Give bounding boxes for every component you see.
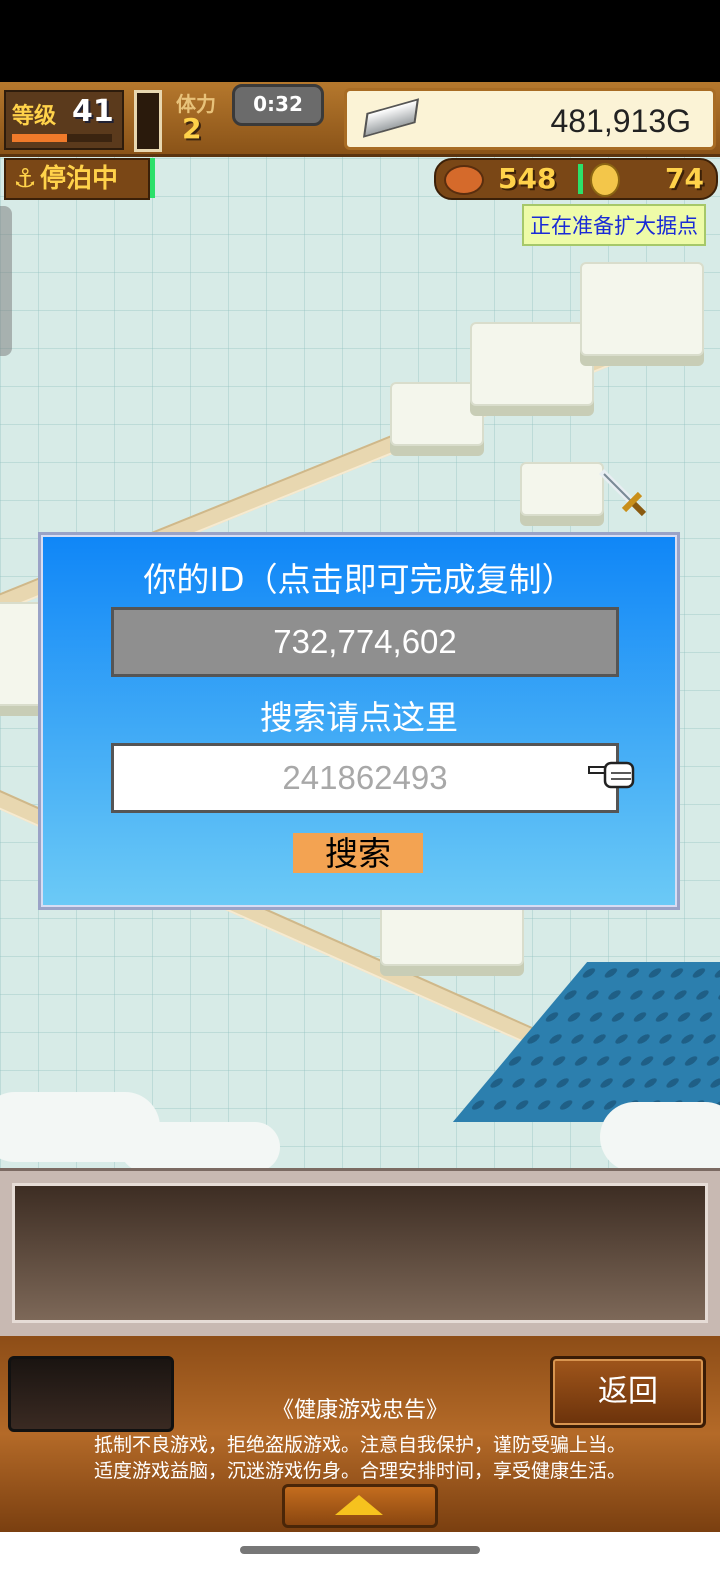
level-box[interactable]: 等级 41 xyxy=(4,90,124,150)
resource-divider xyxy=(578,164,583,194)
cloud xyxy=(600,1102,720,1172)
level-progress-fill xyxy=(12,134,67,142)
stamina-timer: 0:32 xyxy=(232,84,324,126)
docked-indicator xyxy=(150,158,155,198)
anchor-icon: ⚓ xyxy=(13,164,37,194)
stamina-gauge xyxy=(134,90,162,152)
side-drawer-tab[interactable] xyxy=(0,206,12,356)
system-nav-area xyxy=(0,1532,720,1584)
coin-icon xyxy=(590,163,620,197)
message-box xyxy=(12,1183,708,1323)
food-value: 548 xyxy=(498,162,557,195)
snow-island xyxy=(470,322,594,406)
level-progress-bar xyxy=(12,134,112,142)
health-advice-title: 《健康游戏忠告》 xyxy=(271,1398,448,1423)
water-area xyxy=(452,962,720,1122)
resource-bar[interactable]: 548 74 xyxy=(434,158,718,200)
pointer-hand-icon xyxy=(588,761,635,789)
gold-amount: 481,913G xyxy=(550,103,691,139)
status-bar xyxy=(0,0,720,82)
secondary-hud: ⚓ 停泊中 548 74 xyxy=(0,156,720,202)
expand-base-notice[interactable]: 正在准备扩大据点 xyxy=(522,204,706,246)
home-indicator[interactable] xyxy=(240,1546,480,1554)
search-button[interactable]: 搜索 xyxy=(293,833,423,873)
docked-status[interactable]: ⚓ 停泊中 xyxy=(4,158,150,200)
level-value: 41 xyxy=(72,94,114,129)
cloud xyxy=(120,1122,280,1172)
food-icon xyxy=(444,165,484,195)
bottom-bar: 返回 《健康游戏忠告》 抵制不良游戏，拒绝盗版游戏。注意自我保护，谨防受骗上当。… xyxy=(0,1336,720,1532)
user-id-copy-field[interactable]: 732,774,602 xyxy=(111,607,619,677)
up-arrow-icon xyxy=(335,1495,383,1515)
message-panel xyxy=(0,1168,720,1337)
snow-island xyxy=(380,902,524,966)
level-label: 等级 xyxy=(12,104,57,129)
top-hud: 等级 41 体力 2 0:32 481,913G xyxy=(0,82,720,157)
snow-island xyxy=(580,262,704,356)
search-hint: 搜索请点这里 xyxy=(260,698,458,737)
health-advice-line: 抵制不良游戏，拒绝盗版游戏。注意自我保护，谨防受骗上当。 xyxy=(93,1434,626,1456)
health-advice-line: 适度游戏益脑，沉迷游戏伤身。合理安排时间，享受健康生活。 xyxy=(93,1460,626,1482)
stamina-value: 2 xyxy=(182,112,202,145)
docked-label: 停泊中 xyxy=(40,164,119,194)
sword-icon[interactable] xyxy=(598,468,648,518)
coin-value: 74 xyxy=(665,162,704,195)
gold-panel[interactable]: 481,913G xyxy=(344,88,716,150)
snow-island xyxy=(520,462,604,516)
id-search-dialog: 你的ID（点击即可完成复制） 732,774,602 搜索请点这里 241862… xyxy=(38,532,680,910)
search-id-input[interactable]: 241862493 xyxy=(111,743,619,813)
expand-menu-button[interactable] xyxy=(282,1484,438,1528)
dialog-title: 你的ID（点击即可完成复制） xyxy=(143,560,575,599)
silver-ingot-icon xyxy=(362,98,420,138)
